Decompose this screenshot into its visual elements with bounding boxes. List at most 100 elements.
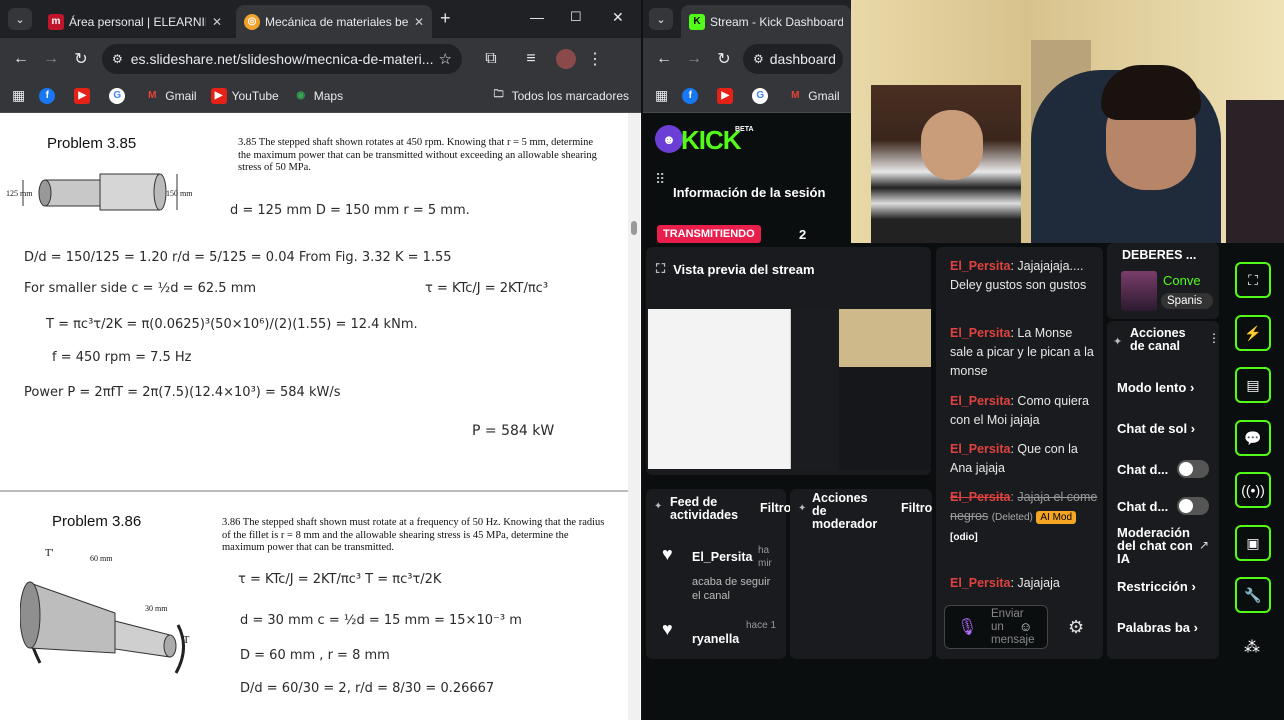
close-tab-icon[interactable]: ✕ [212,15,222,29]
youtube-icon[interactable]: ▶ [74,87,95,104]
browser-toolbar: ← → ↻ ⚙ es.slideshare.net/slideshow/mecn… [0,38,641,79]
lightning-icon[interactable]: ⚡ [1235,315,1271,351]
drag-handle-icon[interactable]: ⠿ [655,171,665,188]
star-icon[interactable]: ☆ [439,50,452,68]
chat-panel: El_Persita: Jajajajaja.... Deley gustos … [936,247,1103,659]
drag-handle-icon[interactable]: ✦ [798,503,806,514]
chat-input[interactable]: 🎙 Enviar un mensaje ☺ [944,605,1048,649]
chat-username[interactable]: El_Persita [950,442,1010,456]
facebook-icon[interactable]: f [682,87,703,104]
heart-icon: ♥ [662,544,673,564]
scrollbar-thumb[interactable] [631,221,637,235]
scrollbar[interactable] [628,113,640,720]
emoji-icon[interactable]: ☺ [1019,619,1032,634]
apps-icon[interactable]: ▦ [12,87,25,104]
address-bar[interactable]: ⚙ dashboard [743,43,843,74]
avatar[interactable] [556,48,576,69]
maximize-icon[interactable]: ☐ [570,9,582,25]
tab-search-icon[interactable]: ⌄ [649,8,673,30]
forward-icon[interactable]: → [679,50,709,68]
external-link-icon[interactable]: ↗ [1199,538,1209,552]
chat-username[interactable]: El_Persita [950,394,1010,408]
address-bar[interactable]: ⚙ es.slideshare.net/slideshow/mecnica-de… [102,43,462,74]
session-info-title: Información de la sesión [673,185,826,200]
action-slow-mode[interactable]: Modo lento › [1117,380,1194,395]
media-icon[interactable]: ≡ [516,50,546,68]
tab-title: Stream - Kick Dashboard [710,14,843,29]
language-tag[interactable]: Spanis [1161,293,1213,309]
hw-line: d = 30 mm c = ½d = 15 mm = 15×10⁻³ m [240,613,522,628]
problem-385-title: Problem 3.85 [47,135,137,152]
new-tab-icon[interactable]: + [440,8,451,29]
bookmark-youtube[interactable]: ▶ YouTube [210,87,279,104]
chat-settings-icon[interactable]: ⚙ [1068,617,1084,638]
action-banned-words[interactable]: Palabras ba › [1117,620,1198,635]
youtube-icon[interactable]: ▶ [717,87,738,104]
mod-filter[interactable]: Filtro [901,501,932,515]
microphone-icon[interactable]: 🎙 [957,617,977,637]
wrench-icon[interactable]: 🔧 [1235,577,1271,613]
minimize-icon[interactable]: — [530,9,544,25]
chat-icon[interactable]: 💬 [1235,420,1271,456]
preview-cam-pane [839,309,931,367]
document-icon[interactable]: ▤ [1235,367,1271,403]
back-icon[interactable]: ← [649,50,679,68]
left-browser-window: ⌄ m Área personal | ELEARNING ✕ ◎ Mecáni… [0,0,641,720]
google-icon[interactable]: G [109,87,130,104]
dim-60: 60 mm [90,554,113,563]
bookmark-gmail[interactable]: M Gmail [144,88,197,104]
tab-strip: ⌄ K Stream - Kick Dashboard [643,0,851,38]
more-icon[interactable]: ⋮ [1208,331,1220,345]
drag-handle-icon[interactable]: ✦ [1113,335,1122,348]
tab-elearning[interactable]: m Área personal | ELEARNING ✕ [40,5,230,38]
close-tab-icon[interactable]: ✕ [414,15,424,29]
back-icon[interactable]: ← [6,50,36,68]
bookmark-maps[interactable]: ◉ Maps [293,88,343,104]
hw-line: τ = KTc/J = 2KT/πc³ T = πc³τ/2K [238,572,442,587]
video-icon[interactable]: ▣ [1235,525,1271,561]
site-info-icon[interactable]: ⚙ [112,52,123,66]
chat-toggle-switch[interactable] [1177,497,1209,515]
activity-filter[interactable]: Filtro [760,501,791,515]
category-tag[interactable]: Conve [1163,273,1213,288]
tab-slideshare[interactable]: ◎ Mecánica de materiales be ✕ [236,5,432,38]
chat-toggle-switch[interactable] [1177,460,1209,478]
drag-handle-icon[interactable]: ✦ [654,501,662,512]
hw-line: D = 60 mm , r = 8 mm [240,648,390,663]
activity-feed-panel: ✦ Feed de actividades Filtro ♥ El_Persit… [646,489,791,659]
hw-line: D/d = 150/125 = 1.20 r/d = 5/125 = 0.04 … [24,250,452,265]
all-bookmarks[interactable]: 🗀 Todos los marcadores [491,88,629,104]
more-apps-icon[interactable]: ⁂ [1244,637,1260,657]
extensions-icon[interactable]: ⧉ [476,50,506,68]
chat-username[interactable]: El_Persita [950,326,1010,340]
reload-icon[interactable]: ↻ [709,49,739,69]
apps-icon[interactable]: ▦ [655,87,668,104]
screenshot-icon[interactable]: ⛶ [1235,262,1271,298]
action-restriction[interactable]: Restricción › [1117,579,1196,594]
chat-username[interactable]: El_Persita [950,490,1010,504]
close-window-icon[interactable]: ✕ [612,9,624,26]
activity-user[interactable]: El_Persita [692,550,752,564]
facebook-icon[interactable]: f [39,87,60,104]
chat-username[interactable]: El_Persita [950,259,1010,273]
broadcast-icon[interactable]: ((•)) [1235,472,1271,508]
drag-handle-icon[interactable]: ⛶ [656,261,665,277]
reload-icon[interactable]: ↻ [66,49,96,69]
menu-icon[interactable]: ⋮ [580,49,610,69]
activity-user[interactable]: ryanella [692,632,739,646]
tab-kick-dashboard[interactable]: K Stream - Kick Dashboard [681,5,851,38]
chat-username[interactable]: El_Persita [950,576,1010,590]
chat-message: El_Persita: La Monse sale a picar y le p… [950,326,1094,378]
bookmark-gmail[interactable]: M Gmail [787,88,840,104]
stream-preview-video[interactable] [648,309,931,469]
action-subs-chat[interactable]: Chat de sol › [1117,421,1195,436]
tab-search-icon[interactable]: ⌄ [8,8,32,30]
forward-icon[interactable]: → [36,50,66,68]
action-ai-moderation[interactable]: Moderación del chat con IA [1117,526,1197,565]
chevron-right-icon: › [1190,421,1196,436]
avatar[interactable]: ☻ [655,125,683,153]
chevron-right-icon: › [1193,620,1198,635]
hw-line: T = πc³τ/2K = π(0.0625)³(50×10⁶)/(2)(1.5… [46,317,418,332]
google-icon[interactable]: G [752,87,773,104]
site-info-icon[interactable]: ⚙ [753,52,764,66]
